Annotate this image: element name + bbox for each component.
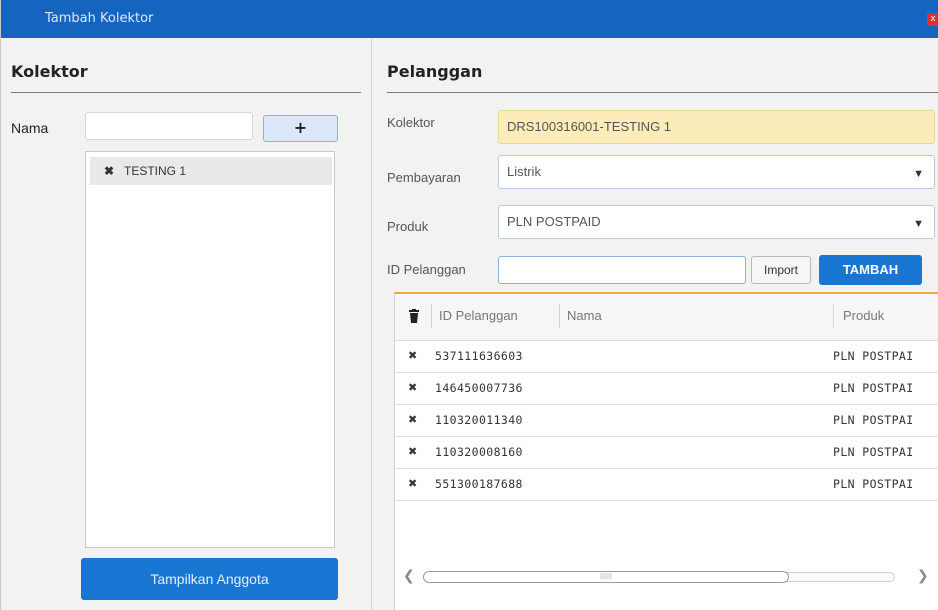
close-icon[interactable]: ✖: [104, 157, 114, 185]
row-id: 110320011340: [435, 413, 523, 427]
chevron-down-icon: ▼: [913, 218, 924, 230]
column-separator: [833, 304, 834, 328]
chevron-left-icon[interactable]: ❮: [403, 568, 415, 584]
row-produk: PLN POSTPAI: [833, 349, 914, 363]
window-title: Tambah Kolektor: [45, 11, 154, 26]
nama-input[interactable]: [85, 112, 253, 140]
pelanggan-rule: [387, 92, 938, 93]
show-members-button[interactable]: Tampilkan Anggota: [81, 558, 338, 600]
tambah-button[interactable]: TAMBAH: [819, 255, 922, 285]
table-row[interactable]: ✖ 146450007736 PLN POSTPAI: [395, 373, 938, 405]
column-separator: [559, 304, 560, 328]
produk-select[interactable]: PLN POSTPAID ▼: [498, 205, 935, 239]
close-icon[interactable]: ✖: [408, 349, 417, 362]
table-row[interactable]: ✖ 110320008160 PLN POSTPAI: [395, 437, 938, 469]
title-bar: Tambah Kolektor x: [1, 0, 938, 38]
close-icon[interactable]: ✖: [408, 413, 417, 426]
scroll-thumb[interactable]: ||||||: [423, 571, 789, 583]
nama-label: Nama: [11, 120, 49, 136]
column-separator: [431, 304, 432, 328]
column-nama[interactable]: Nama: [567, 308, 602, 323]
add-kolektor-button[interactable]: +: [263, 115, 338, 142]
pembayaran-select[interactable]: Listrik ▼: [498, 155, 935, 189]
dialog-window: Tambah Kolektor x Kolektor Nama + ✖ TEST…: [0, 0, 938, 610]
pelanggan-heading: Pelanggan: [387, 62, 483, 81]
panel-divider: [371, 38, 372, 610]
close-icon[interactable]: ✖: [408, 445, 417, 458]
close-icon[interactable]: x: [927, 13, 938, 26]
close-icon[interactable]: ✖: [408, 477, 417, 490]
list-item[interactable]: ✖ TESTING 1: [90, 157, 332, 185]
produk-value: PLN POSTPAID: [507, 214, 601, 229]
table-row[interactable]: ✖ 537111636603 PLN POSTPAI: [395, 341, 938, 373]
column-produk[interactable]: Produk: [843, 308, 884, 323]
member-name: TESTING 1: [124, 164, 187, 178]
produk-label: Produk: [387, 219, 429, 234]
id-pelanggan-input[interactable]: [498, 256, 746, 284]
kolektor-label: Kolektor: [387, 115, 435, 130]
kolektor-heading: Kolektor: [11, 62, 88, 81]
chevron-right-icon[interactable]: ❯: [917, 568, 929, 584]
grid-header: ID Pelanggan Nama Produk: [395, 294, 938, 341]
row-id: 146450007736: [435, 381, 523, 395]
kolektor-list: ✖ TESTING 1: [85, 151, 335, 548]
horizontal-scrollbar[interactable]: ❮ |||||| ❯: [395, 566, 938, 590]
kolektor-field: DRS100316001-TESTING 1: [498, 110, 935, 144]
chevron-down-icon: ▼: [913, 168, 924, 180]
pembayaran-value: Listrik: [507, 164, 541, 179]
id-pelanggan-label: ID Pelanggan: [387, 262, 466, 277]
close-icon[interactable]: ✖: [408, 381, 417, 394]
pembayaran-label: Pembayaran: [387, 170, 461, 185]
import-button[interactable]: Import: [751, 256, 811, 284]
pelanggan-grid: ID Pelanggan Nama Produk ✖ 537111636603 …: [394, 292, 938, 610]
kolektor-rule: [11, 92, 361, 93]
table-row[interactable]: ✖ 551300187688 PLN POSTPAI: [395, 469, 938, 501]
row-produk: PLN POSTPAI: [833, 477, 914, 491]
row-produk: PLN POSTPAI: [833, 445, 914, 459]
row-produk: PLN POSTPAI: [833, 381, 914, 395]
row-id: 551300187688: [435, 477, 523, 491]
column-id-pelanggan[interactable]: ID Pelanggan: [439, 308, 518, 323]
table-row[interactable]: ✖ 110320011340 PLN POSTPAI: [395, 405, 938, 437]
row-id: 110320008160: [435, 445, 523, 459]
row-id: 537111636603: [435, 349, 523, 363]
row-produk: PLN POSTPAI: [833, 413, 914, 427]
trash-icon[interactable]: [409, 309, 419, 323]
